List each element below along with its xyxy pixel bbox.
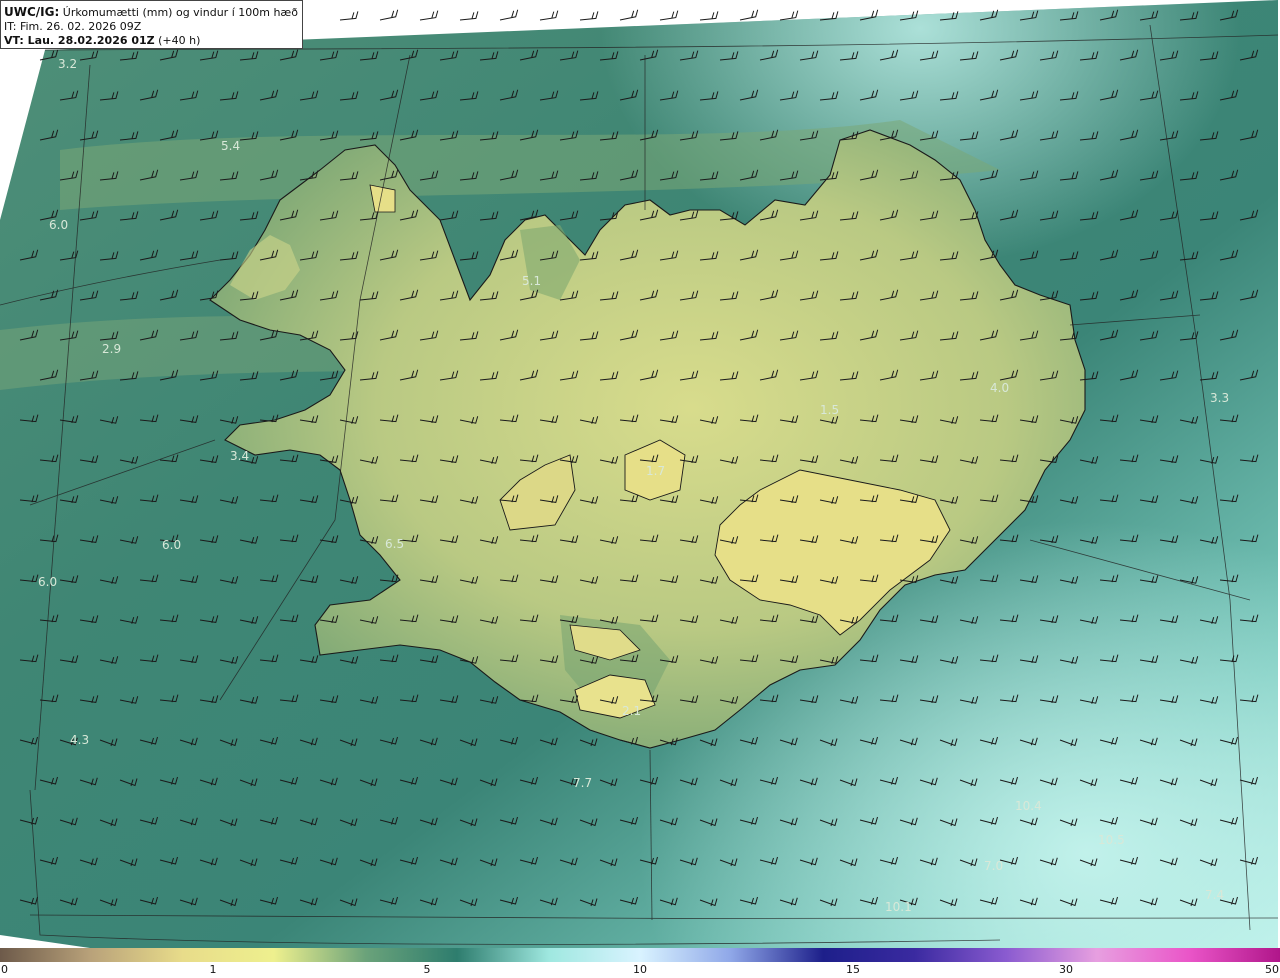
product-id: UWC/IG: <box>4 5 60 19</box>
precip-value-label: 10.4 <box>1015 799 1042 813</box>
precip-value-label: 4.0 <box>990 381 1009 395</box>
issue-time: IT: Fim. 26. 02. 2026 09Z <box>4 20 142 33</box>
map-title-box: UWC/IG: Úrkomumætti (mm) og vindur í 100… <box>0 0 303 49</box>
precip-value-label: 7.0 <box>984 859 1003 873</box>
lead-time: (+40 h) <box>154 34 201 47</box>
precip-value-label: 6.0 <box>49 218 68 232</box>
precip-value-label: 3.4 <box>230 449 249 463</box>
precip-value-label: 7.7 <box>573 776 592 790</box>
colorbar-tick: 15 <box>846 963 860 976</box>
precip-value-label: 1.5 <box>820 403 839 417</box>
weather-map: 3.2 5.4 6.0 5.1 2.9 4.0 3.3 1.5 1.7 3.4 6.5 6.0 6.0 4… <box>0 0 1280 948</box>
colorbar-fill <box>0 948 1280 962</box>
colorbar-legend: 0 1 5 10 15 30 50 <box>0 948 1280 978</box>
colorbar-tick: 1 <box>209 963 217 976</box>
precip-value-label: 6.5 <box>385 537 404 551</box>
precip-value-label: 6.0 <box>162 538 181 552</box>
precip-value-label: 5.4 <box>221 139 240 153</box>
precip-value-label: 7.4 <box>1205 888 1224 902</box>
colorbar-tick: 50 <box>1265 963 1279 976</box>
colorbar <box>0 948 1280 962</box>
precip-value-label: 4.3 <box>70 733 89 747</box>
precip-value-label: 3.2 <box>58 57 77 71</box>
precip-value-label: 10.5 <box>1098 833 1125 847</box>
map-title: Úrkomumætti (mm) og vindur í 100m hæð <box>59 6 298 19</box>
precip-value-label: 1.7 <box>646 464 665 478</box>
precip-value-label: 5.1 <box>522 274 541 288</box>
colorbar-tick: 5 <box>423 963 431 976</box>
valid-time: VT: Lau. 28.02.2026 01Z <box>4 34 155 47</box>
colorbar-tick: 30 <box>1059 963 1073 976</box>
precip-value-label: 10.1 <box>885 900 912 914</box>
precip-value-label: 6.0 <box>38 575 57 589</box>
precip-value-label: 2.1 <box>622 704 641 718</box>
colorbar-tick: 10 <box>633 963 647 976</box>
colorbar-tick: 0 <box>1 963 8 976</box>
precip-value-label: 3.3 <box>1210 391 1229 405</box>
precip-value-label: 2.9 <box>102 342 121 356</box>
